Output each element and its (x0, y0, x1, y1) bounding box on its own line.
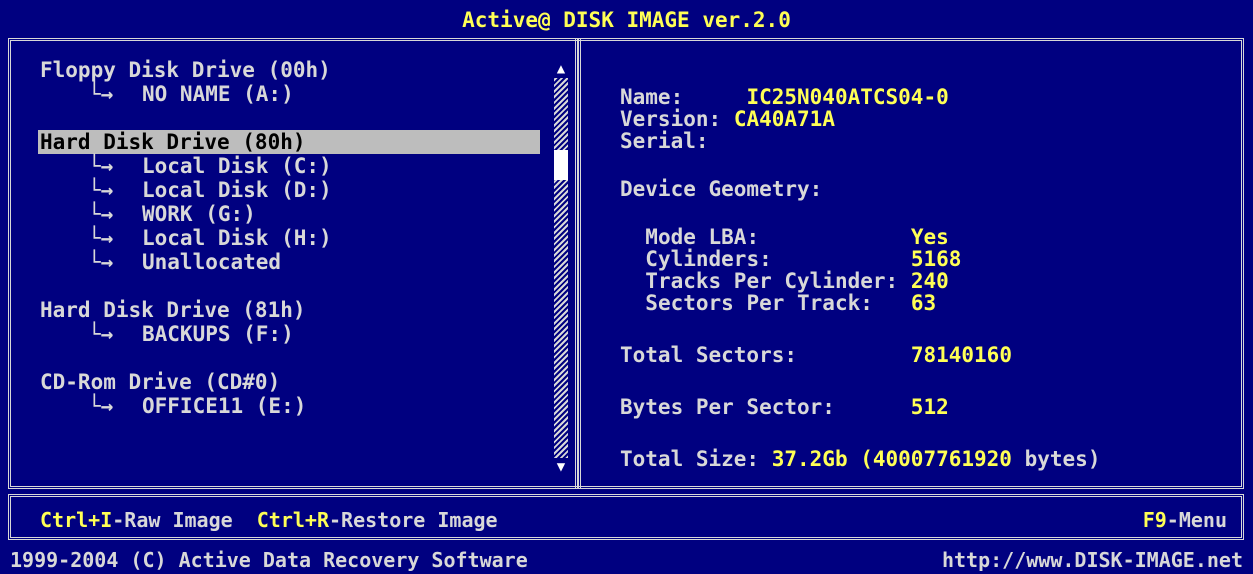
scroll-up-arrow-icon[interactable]: ▲ (554, 60, 568, 78)
selected-item[interactable]: Hard Disk Drive (80h) (38, 130, 540, 154)
scroll-thumb[interactable] (554, 150, 568, 180)
tree-item-cdrom[interactable]: CD-Rom Drive (CD#0) (40, 370, 540, 394)
tree-scrollbar[interactable] (554, 62, 568, 476)
menu-key: F9 (1142, 508, 1167, 532)
serial-label: Serial: (620, 129, 709, 153)
total-sectors-label: Total Sectors: (620, 343, 798, 367)
bytes-per-sector-label: Bytes Per Sector: (620, 395, 835, 419)
restore-image-label: -Restore Image (329, 508, 498, 532)
menu-label: -Menu (1166, 508, 1227, 532)
tree-item-volume[interactable]: └→ Local Disk (H:) (40, 226, 540, 250)
branch-arrow-icon: └→ (88, 202, 114, 226)
raw-image-key: Ctrl+I (40, 508, 113, 532)
panel-divider (575, 38, 581, 489)
tree-item-volume[interactable]: └→ WORK (G:) (40, 202, 540, 226)
total-size-label: Total Size: (620, 447, 760, 471)
restore-image-key: Ctrl+R (256, 508, 330, 532)
version-label: Version: (620, 107, 722, 131)
total-size-unit: bytes) (1024, 447, 1101, 471)
restore-image-action[interactable]: Ctrl+R-Restore Image (257, 508, 498, 532)
tree-item-volume[interactable]: └→ Local Disk (D:) (40, 178, 540, 202)
tree-item-volume[interactable]: └→ BACKUPS (F:) (40, 322, 540, 346)
bytes-per-sector-value: 512 (910, 395, 949, 419)
raw-image-label: -Raw Image (112, 508, 233, 532)
tree-item-hdd-80h[interactable]: Hard Disk Drive (80h) (38, 130, 540, 154)
cylinders-value: 5168 (910, 247, 962, 271)
website-link[interactable]: http://www.DISK-IMAGE.net (942, 548, 1243, 572)
tracks-per-cylinder-value: 240 (910, 269, 949, 293)
cylinders-label: Cylinders: (645, 247, 772, 271)
sectors-per-track-label: Sectors Per Track: (645, 291, 873, 315)
app-title: Active@ DISK IMAGE ver.2.0 (462, 8, 791, 32)
device-details: Name: IC25N040ATCS04-0 Version: CA40A71A… (620, 85, 1101, 471)
total-sectors-value: 78140160 (910, 343, 1012, 367)
branch-arrow-icon: └→ (88, 394, 114, 418)
version-value: CA40A71A (733, 107, 835, 131)
branch-arrow-icon: └→ (88, 226, 114, 250)
sectors-per-track-value: 63 (910, 291, 937, 315)
branch-arrow-icon: └→ (88, 154, 114, 178)
tree-item-volume[interactable]: └→ Local Disk (C:) (40, 154, 540, 178)
branch-arrow-icon: └→ (88, 322, 114, 346)
branch-arrow-icon: └→ (88, 178, 114, 202)
name-label: Name: (620, 85, 684, 109)
mode-lba-value: Yes (910, 225, 949, 249)
menu-action[interactable]: F9-Menu (1143, 508, 1227, 532)
branch-arrow-icon: └→ (88, 82, 114, 106)
tree-item-floppy[interactable]: Floppy Disk Drive (00h) (40, 58, 540, 82)
branch-arrow-icon: └→ (88, 250, 114, 274)
copyright-text: 1999-2004 (C) Active Data Recovery Softw… (10, 548, 528, 572)
tree-item-volume[interactable]: └→ NO NAME (A:) (40, 82, 540, 106)
scroll-down-arrow-icon[interactable]: ▼ (554, 458, 568, 476)
total-size-value: 37.2Gb (40007761920 (771, 447, 1012, 471)
geometry-label: Device Geometry: (620, 177, 823, 201)
tree-item-volume[interactable]: └→ OFFICE11 (E:) (40, 394, 540, 418)
tree-item-volume[interactable]: └→ Unallocated (40, 250, 540, 274)
status-footer: 1999-2004 (C) Active Data Recovery Softw… (0, 545, 1253, 574)
drive-tree[interactable]: Floppy Disk Drive (00h) └→ NO NAME (A:) H… (38, 58, 540, 418)
tree-item-hdd-81h[interactable]: Hard Disk Drive (81h) (40, 298, 540, 322)
hotkeys: Ctrl+I-Raw Image Ctrl+R-Restore Image (40, 508, 498, 532)
name-value: IC25N040ATCS04-0 (746, 85, 949, 109)
raw-image-action[interactable]: Ctrl+I-Raw Image (40, 508, 233, 532)
mode-lba-label: Mode LBA: (645, 225, 760, 249)
tracks-per-cylinder-label: Tracks Per Cylinder: (645, 269, 899, 293)
